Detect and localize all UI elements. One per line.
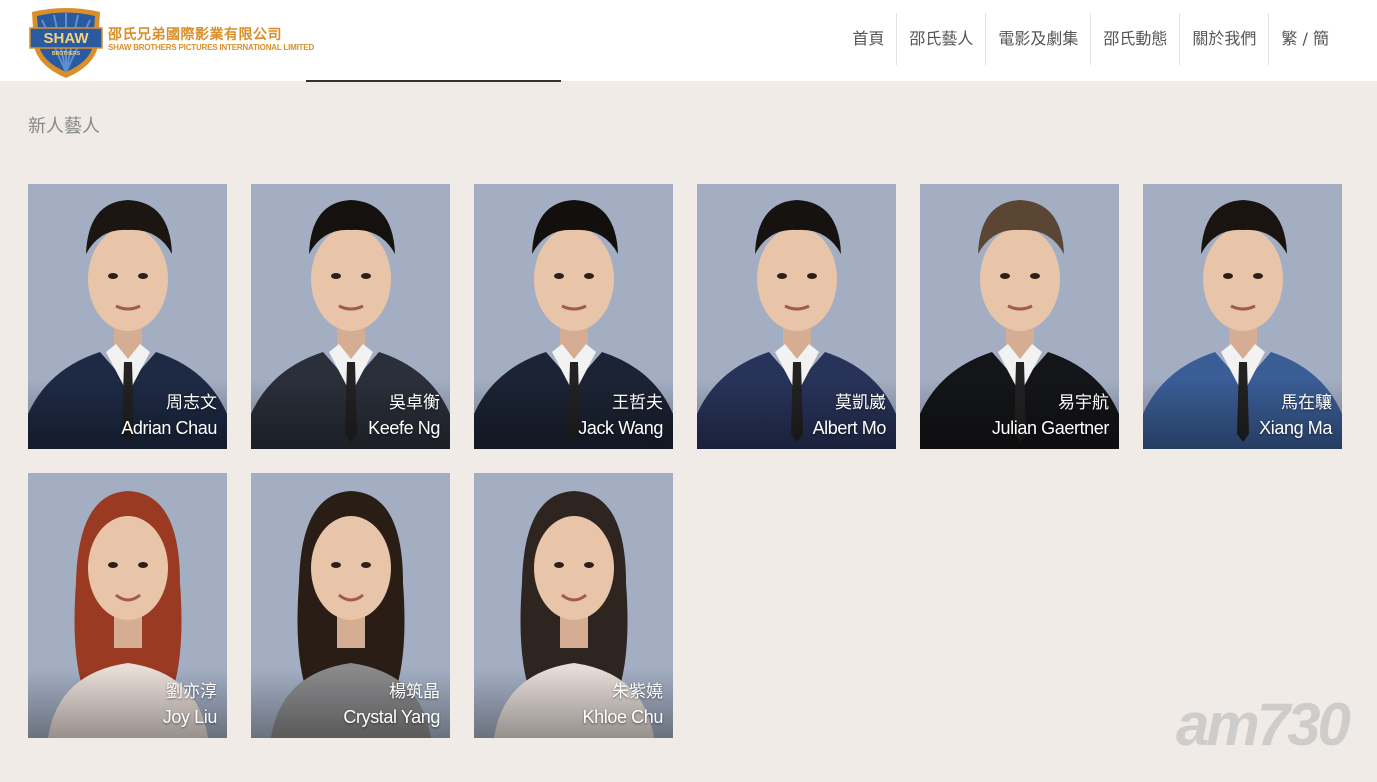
artist-name-cn: 王哲夫: [612, 393, 663, 413]
artist-name-en: Julian Gaertner: [991, 418, 1109, 438]
artist-card[interactable]: 周志文 Adrian Chau: [28, 184, 227, 449]
artist-name-cn: 朱紫嬈: [612, 682, 663, 702]
artist-name-cn: 劉亦淳: [166, 682, 217, 702]
artist-name-cn: 楊筑晶: [389, 682, 440, 702]
artist-card[interactable]: 馬在驤 Xiang Ma: [1143, 184, 1342, 449]
artist-card[interactable]: 莫凱崴 Albert Mo: [697, 184, 896, 449]
logo-badge-sub: BROTHERS: [52, 51, 81, 57]
logo-badge-text: SHAW: [44, 30, 90, 47]
artist-name-en: Adrian Chau: [121, 418, 217, 438]
site-logo[interactable]: SHAW BROTHERS 邵氏兄弟國際影業有限公司 SHAW BROTHERS…: [28, 6, 318, 78]
artist-name-cn: 馬在驤: [1281, 393, 1332, 413]
artist-card[interactable]: 楊筑晶 Crystal Yang: [251, 473, 450, 738]
artist-card[interactable]: 劉亦淳 Joy Liu: [28, 473, 227, 738]
nav-artists[interactable]: 邵氏藝人: [896, 13, 985, 65]
artist-name-en: Keefe Ng: [368, 418, 440, 438]
nav-news[interactable]: 邵氏動態: [1090, 13, 1179, 65]
artist-name-cn: 莫凱崴: [835, 393, 886, 413]
nav-about[interactable]: 關於我們: [1179, 13, 1268, 65]
artist-card[interactable]: 吳卓衡 Keefe Ng: [251, 184, 450, 449]
artist-name-cn: 吳卓衡: [389, 393, 440, 413]
artist-name-cn: 易宇航: [1058, 393, 1109, 413]
header-underline: [306, 80, 561, 82]
artist-card[interactable]: 易宇航 Julian Gaertner: [920, 184, 1119, 449]
nav-films-series[interactable]: 電影及劇集: [985, 13, 1090, 65]
artist-name-cn: 周志文: [166, 393, 217, 413]
am730-watermark: am730: [1176, 691, 1351, 758]
main-nav: 首頁 邵氏藝人 電影及劇集 邵氏動態 關於我們 繁 / 簡: [840, 13, 1341, 65]
logo-company-en: SHAW BROTHERS PICTURES INTERNATIONAL LIM…: [108, 43, 315, 52]
artist-name-en: Jack Wang: [578, 418, 663, 438]
shaw-shield-icon: SHAW BROTHERS: [29, 8, 103, 78]
section-title: 新人藝人: [28, 116, 100, 137]
artist-card[interactable]: 朱紫嬈 Khloe Chu: [474, 473, 673, 738]
nav-home[interactable]: 首頁: [840, 13, 896, 65]
artist-card[interactable]: 王哲夫 Jack Wang: [474, 184, 673, 449]
artist-name-en: Crystal Yang: [343, 707, 440, 727]
artist-name-en: Xiang Ma: [1259, 418, 1332, 438]
artist-name-en: Khloe Chu: [582, 707, 664, 727]
nav-language-toggle[interactable]: 繁 / 簡: [1268, 13, 1341, 65]
site-header: SHAW BROTHERS 邵氏兄弟國際影業有限公司 SHAW BROTHERS…: [0, 0, 1377, 81]
artist-name-en: Joy Liu: [162, 707, 218, 727]
artist-name-en: Albert Mo: [812, 418, 887, 438]
logo-company-cn: 邵氏兄弟國際影業有限公司: [108, 27, 282, 43]
